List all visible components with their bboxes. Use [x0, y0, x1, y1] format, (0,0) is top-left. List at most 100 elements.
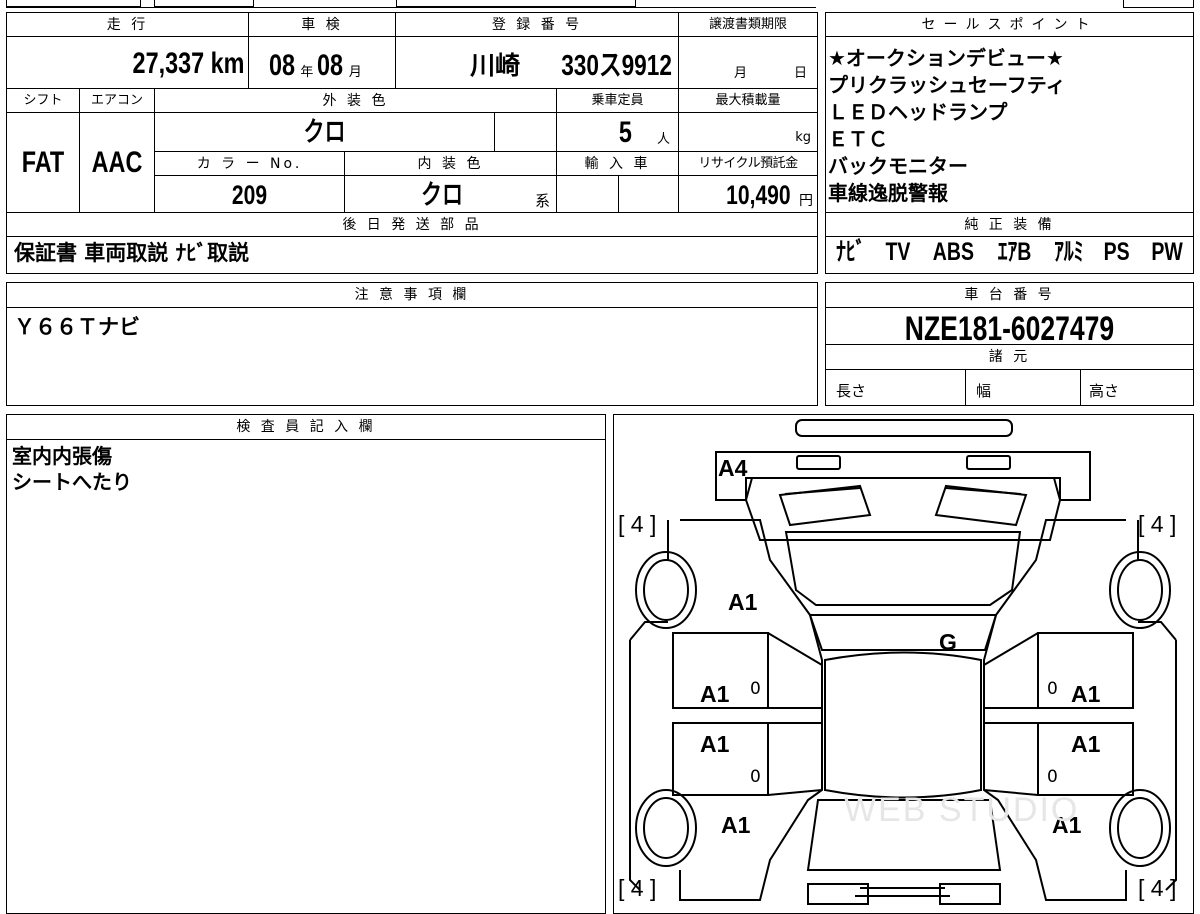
mileage-header: 走 行	[6, 12, 249, 37]
color-no-value: 209	[231, 180, 268, 210]
import-header: 輸 入 車	[556, 151, 679, 176]
mark-rear-glass: G	[939, 629, 957, 655]
tire-rear-left: [ 4 ]	[618, 511, 657, 537]
capacity-cell: 5 人	[556, 112, 679, 152]
zero-mark: 0	[750, 679, 761, 699]
sales-point-line: 車線逸脱警報	[828, 181, 948, 205]
max-load-cell: kg	[678, 112, 818, 152]
registration-number: 330ス9912	[561, 49, 672, 82]
import-cell-a	[556, 175, 619, 213]
max-load-unit: kg	[795, 130, 811, 145]
sales-point-line: ★オークションデビュー★	[828, 46, 1064, 70]
chassis-number: NZE181-6027479	[904, 310, 1115, 348]
length-cell: 長さ	[825, 369, 966, 406]
interior-color-value: クロ	[420, 180, 464, 210]
mark-right-rear-door: A1	[1071, 681, 1101, 707]
equipment-item: ﾅﾋﾞ	[835, 238, 865, 266]
width-label: 幅	[976, 382, 992, 400]
car-diagram	[629, 419, 1177, 905]
import-cell-b	[618, 175, 679, 213]
tire-front-left: [ 4 ]	[618, 875, 657, 901]
mark-left-rear-door: A1	[700, 681, 730, 707]
transfer-month-unit: 月	[734, 66, 748, 81]
shift-header: シフト	[6, 88, 80, 113]
recycle-header: リサイクル預託金	[678, 151, 818, 176]
mark-rear: A4	[718, 455, 748, 481]
top-strip	[6, 0, 816, 8]
color-no-cell: 209	[154, 175, 345, 213]
exterior-color-value: クロ	[303, 117, 346, 147]
tire-front-right: [ 4 ]	[1138, 875, 1177, 901]
aircon-cell: AAC	[79, 112, 155, 213]
exterior-color-cell: クロ	[154, 112, 495, 152]
inspector-header: 検 査 員 記 入 欄	[6, 414, 606, 440]
sales-point-line: ＬＥＤヘッドランプ	[828, 100, 1008, 124]
shaken-cell: 08 年 08 月	[248, 36, 396, 89]
aircon-value: AAC	[91, 146, 143, 179]
genuine-equipment-list: ﾅﾋﾞ TV ABS ｴｱB ｱﾙﾐ PS PW	[825, 240, 1194, 265]
shift-cell: FAT	[6, 112, 80, 213]
shift-value: FAT	[21, 146, 65, 179]
inspector-notes: 室内内張傷 シートへたり	[12, 443, 132, 495]
max-load-header: 最大積載量	[678, 88, 818, 113]
notes-header: 注 意 事 項 欄	[6, 282, 818, 308]
transfer-day-unit: 日	[794, 66, 808, 81]
exterior-color-header: 外 装 色	[154, 88, 557, 113]
zero-mark: 0	[750, 767, 761, 787]
dimensions-header: 諸 元	[825, 344, 1194, 370]
chassis-header: 車 台 番 号	[825, 282, 1194, 308]
shaken-year: 08	[269, 49, 296, 82]
equipment-item: PS	[1104, 238, 1131, 266]
length-label: 長さ	[836, 382, 867, 400]
capacity-unit: 人	[657, 132, 671, 147]
interior-color-header: 内 装 色	[344, 151, 557, 176]
recycle-fee-unit: 円	[799, 193, 813, 209]
watermark: WEB STUDIO	[844, 791, 1080, 829]
notes-value: Ｙ６６Ｔナビ	[14, 315, 140, 339]
transfer-deadline-cell: 月 日	[678, 36, 818, 89]
transfer-deadline-header: 譲渡書類期限	[678, 12, 818, 37]
mark-left-front-fender: A1	[721, 812, 751, 838]
equipment-item: ｱﾙﾐ	[1053, 238, 1084, 266]
aircon-header: エアコン	[79, 88, 155, 113]
shaken-month: 08	[317, 49, 344, 82]
inspector-line: シートへたり	[12, 470, 132, 494]
top-strip-right	[1123, 0, 1194, 8]
shaken-month-unit: 月	[348, 65, 362, 80]
equipment-item: PW	[1151, 238, 1183, 266]
registration-region: 川崎	[470, 51, 521, 80]
car-diagram-panel: A4 A1 G A1 A1 A1 A1 A1 A1 0 0 0 0 [ 4 ] …	[613, 414, 1194, 914]
sales-point-line: バックモニター	[828, 154, 968, 178]
capacity-header: 乗車定員	[556, 88, 679, 113]
equipment-item: TV	[885, 238, 911, 266]
exterior-color-extra-cell	[494, 112, 557, 152]
inspector-line: 室内内張傷	[12, 444, 112, 468]
sales-points-header: セールスポイント	[825, 12, 1194, 37]
interior-color-suffix: 系	[535, 192, 551, 210]
mark-right-front-door: A1	[1071, 731, 1101, 757]
height-cell: 高さ	[1080, 369, 1194, 406]
genuine-equipment-header: 純 正 装 備	[825, 212, 1194, 237]
interior-color-cell: クロ 系	[344, 175, 557, 213]
mark-left-rear-quarter: A1	[728, 589, 758, 615]
mileage-value: 27,337 km	[132, 47, 244, 80]
shaken-year-unit: 年	[300, 65, 314, 80]
later-parts-value: 保証書 車両取説 ﾅﾋﾞ取説	[14, 241, 250, 265]
equipment-item: ABS	[933, 238, 975, 266]
color-no-header: カ ラ ー No.	[154, 151, 345, 176]
height-label: 高さ	[1089, 382, 1120, 400]
mileage-cell: 27,337 km	[6, 36, 249, 89]
zero-mark: 0	[1047, 679, 1058, 699]
zero-mark: 0	[1047, 767, 1058, 787]
registration-header: 登 録 番 号	[395, 12, 679, 37]
sales-points-list: ★オークションデビュー★ プリクラッシュセーフティ ＬＥＤヘッドランプ ＥＴＣ …	[828, 45, 1190, 207]
registration-cell: 川崎 330ス9912	[395, 36, 679, 89]
tire-rear-right: [ 4 ]	[1138, 511, 1177, 537]
sales-point-line: プリクラッシュセーフティ	[828, 73, 1066, 97]
capacity-value: 5	[618, 116, 632, 149]
equipment-item: ｴｱB	[998, 238, 1032, 266]
recycle-cell: 10,490 円	[678, 175, 818, 213]
shaken-header: 車 検	[248, 12, 396, 37]
recycle-fee-value: 10,490	[726, 180, 791, 210]
width-cell: 幅	[965, 369, 1081, 406]
